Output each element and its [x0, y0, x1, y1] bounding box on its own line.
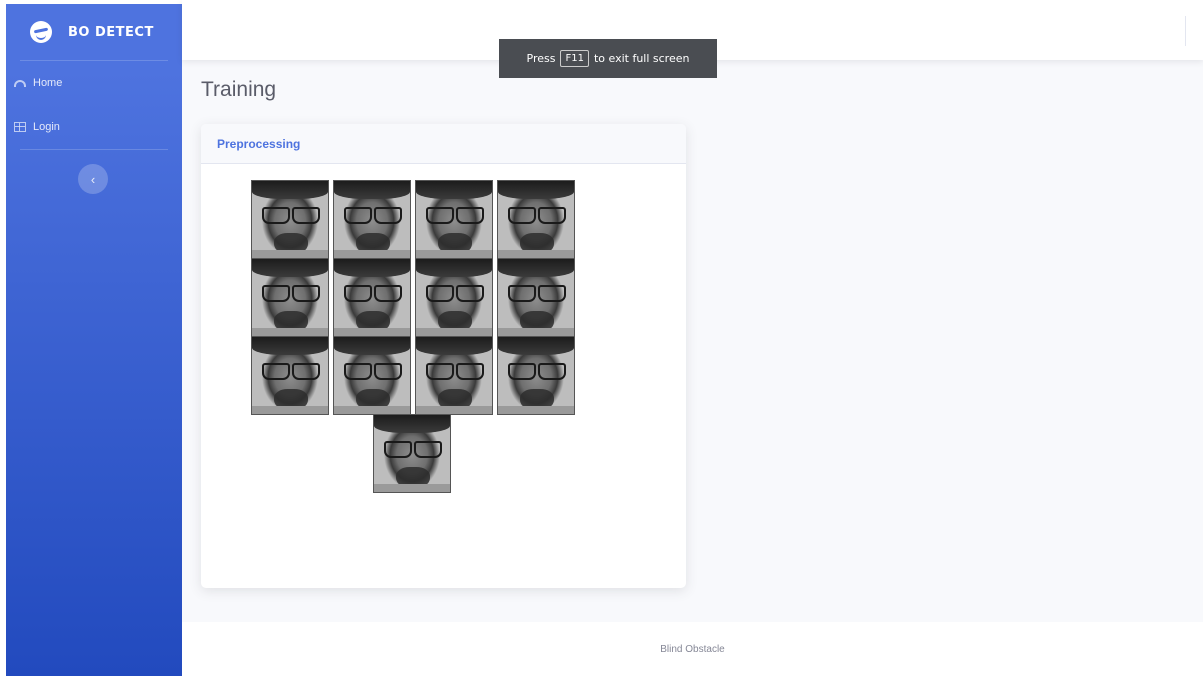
footer: Blind Obstacle	[182, 622, 1203, 676]
face-thumbnail	[497, 336, 575, 415]
face-thumbnail	[251, 180, 329, 259]
dashboard-icon	[14, 79, 26, 87]
face-thumbnail	[333, 336, 411, 415]
face-thumbnail	[497, 258, 575, 337]
face-thumbnail	[251, 258, 329, 337]
sidebar-item-label: Home	[33, 77, 63, 89]
preprocessing-card: Preprocessing	[201, 124, 686, 588]
face-thumbnail	[415, 180, 493, 259]
content-wrapper: Training Preprocessing Blind Obstacle	[182, 0, 1203, 676]
face-thumbnail	[415, 258, 493, 337]
face-thumbnail	[251, 336, 329, 415]
topbar-divider	[1185, 16, 1186, 46]
fullscreen-notice-after: to exit full screen	[593, 52, 690, 65]
sidebar-toggle-button[interactable]: ‹	[78, 164, 108, 194]
brand-name: BO DETECT	[68, 24, 154, 40]
table-icon	[14, 122, 26, 132]
sidebar-divider	[20, 149, 168, 150]
sidebar: BO DETECT Home Login ‹	[6, 4, 182, 676]
sidebar-item-login[interactable]: Login	[6, 105, 182, 149]
sidebar-item-home[interactable]: Home	[6, 61, 182, 105]
face-thumbnail	[415, 336, 493, 415]
card-header: Preprocessing	[201, 124, 686, 164]
footer-text: Blind Obstacle	[660, 643, 725, 655]
card-title: Preprocessing	[217, 136, 301, 151]
face-thumbnail	[373, 414, 451, 493]
brand-link[interactable]: BO DETECT	[6, 4, 182, 60]
laugh-wink-icon	[30, 21, 52, 43]
fullscreen-notice: Press F11 to exit full screen	[499, 39, 717, 78]
face-thumbnail	[333, 258, 411, 337]
f11-key-badge: F11	[560, 50, 589, 67]
face-thumbnail	[333, 180, 411, 259]
chevron-left-icon: ‹	[90, 171, 96, 187]
fullscreen-notice-before: Press	[526, 52, 556, 65]
page-title: Training	[201, 78, 277, 101]
sidebar-item-label: Login	[33, 121, 60, 133]
face-thumbnail	[497, 180, 575, 259]
